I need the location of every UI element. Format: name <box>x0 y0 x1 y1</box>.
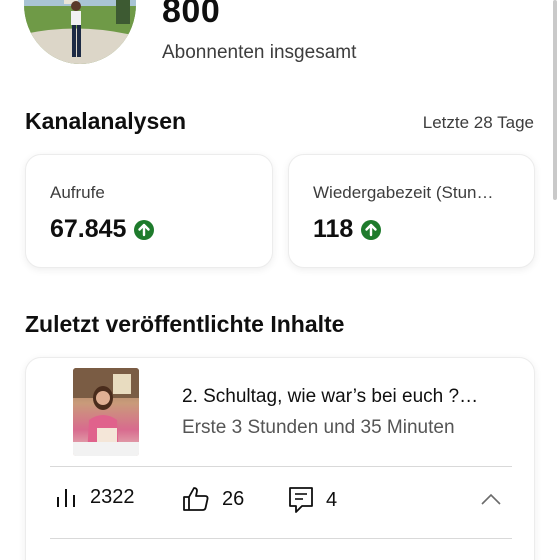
metric-value: 118 <box>313 215 382 244</box>
comment-icon <box>289 487 313 513</box>
video-title[interactable]: 2. Schultag, wie war’s bei euch ?… <box>182 386 478 408</box>
metric-label: Aufrufe <box>50 183 105 202</box>
date-range-label[interactable]: Letzte 28 Tage <box>423 113 534 133</box>
video-subtitle: Erste 3 Stunden und 35 Minuten <box>182 417 455 438</box>
subscriber-label: Abonnenten insgesamt <box>162 42 357 63</box>
arrow-up-circle-icon <box>134 219 155 240</box>
recent-content-title: Zuletzt veröffentlichte Inhalte <box>25 311 345 337</box>
watch-time-card[interactable]: Wiedergabezeit (Stun… 118 <box>288 154 535 268</box>
watch-time-value: 118 <box>313 215 354 243</box>
divider <box>50 466 512 467</box>
divider <box>50 538 512 539</box>
recent-video-card[interactable]: 2. Schultag, wie war’s bei euch ?… Erste… <box>25 357 535 560</box>
channel-header: 800 Abonnenten insgesamt <box>0 0 560 90</box>
metric-value: 67.845 <box>50 215 155 244</box>
likes-count: 26 <box>222 487 245 510</box>
thumbs-up-icon <box>183 487 209 511</box>
likes-stat: 26 <box>182 486 244 512</box>
metric-label: Wiedergabezeit (Stun… <box>313 183 494 202</box>
channel-avatar[interactable] <box>24 0 136 64</box>
bar-chart-icon <box>57 488 75 507</box>
chevron-up-icon[interactable] <box>480 492 502 506</box>
views-card[interactable]: Aufrufe 67.845 <box>25 154 273 268</box>
arrow-up-circle-icon <box>361 219 382 240</box>
scrollbar[interactable] <box>553 0 557 200</box>
views-stat: 2322 <box>54 486 135 509</box>
video-thumbnail[interactable] <box>73 368 139 456</box>
views-count: 2322 <box>90 486 135 508</box>
comments-count: 4 <box>326 488 338 511</box>
analytics-title: Kanalanalysen <box>25 108 187 134</box>
views-value: 67.845 <box>50 215 127 243</box>
subscriber-count: 800 <box>162 0 221 30</box>
comments-stat: 4 <box>288 486 337 514</box>
